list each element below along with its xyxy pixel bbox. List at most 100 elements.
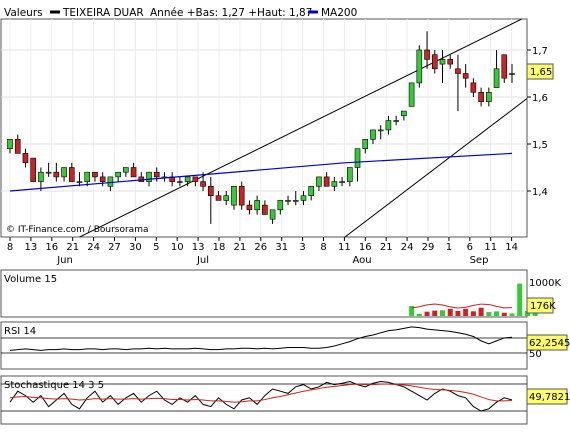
candle-body — [53, 171, 60, 178]
candle-body — [292, 200, 299, 202]
candle-body — [416, 49, 423, 84]
header-left-label: Valeurs — [4, 7, 43, 19]
candle-body — [455, 68, 461, 74]
volume-title: Volume 15 — [4, 274, 57, 285]
x-tick-label: 31 — [275, 242, 288, 253]
candle-body — [509, 73, 515, 75]
candle-body — [347, 167, 353, 182]
candle-body — [431, 54, 438, 70]
candle-body — [192, 176, 199, 182]
candle-body — [99, 176, 106, 182]
candle-body — [130, 167, 137, 178]
candle-body — [478, 92, 484, 103]
candle-body — [501, 54, 508, 79]
last-price-tag: 1,65 — [526, 63, 554, 80]
volume-bar — [432, 310, 438, 316]
candle-body — [61, 167, 67, 178]
candle-body — [370, 129, 376, 140]
volume-panel: Volume 15 1000K 176K — [0, 269, 561, 318]
candle-body — [401, 110, 407, 117]
volume-bar — [486, 312, 492, 316]
candle-body — [76, 181, 83, 183]
ma200-label: MA200 — [321, 7, 357, 19]
candle-body — [177, 181, 183, 183]
x-tick-label: 16 — [45, 242, 58, 253]
header-legend: Valeurs TEIXEIRA DUAR Année +Bas: 1,27 +… — [4, 7, 357, 19]
volume-bar — [478, 307, 484, 316]
price-tick-label: 1,4 — [532, 187, 548, 198]
volume-bar — [447, 308, 453, 316]
volume-bar — [494, 311, 500, 316]
x-tick-label: 18 — [213, 242, 226, 253]
candle-body — [439, 59, 446, 65]
candle-body — [285, 200, 291, 202]
stochastic-panel: Stochastique 14 3 5 49,7821 — [0, 375, 570, 425]
candle-body — [393, 120, 399, 122]
candle-body — [316, 176, 322, 187]
x-tick-label: 30 — [129, 242, 142, 253]
candle-body — [107, 176, 114, 187]
price-tick-label: 1,6 — [532, 93, 548, 104]
candle-body — [238, 186, 245, 206]
month-label: Sep — [470, 255, 489, 266]
stock-chart-svg: Valeurs TEIXEIRA DUAR Année +Bas: 1,27 +… — [0, 7, 570, 425]
month-label: Aou — [352, 255, 371, 266]
volume-bar — [439, 310, 445, 316]
x-tick-label: 24 — [401, 242, 414, 253]
x-tick-label: 14 — [505, 242, 518, 253]
volume-last-value: 176K — [530, 301, 556, 312]
volume-bar — [455, 310, 461, 316]
month-label: Jul — [196, 255, 209, 266]
rsi-title: RSI 14 — [4, 326, 36, 337]
x-tick-label: 11 — [338, 242, 351, 253]
x-tick-label: 21 — [234, 242, 247, 253]
volume-bar — [424, 311, 430, 316]
month-labels: Jun Jul Aou Sep — [56, 255, 488, 266]
x-tick-label: 11 — [484, 242, 497, 253]
candle-body — [223, 195, 230, 201]
candle-body — [262, 204, 268, 215]
candle-body — [215, 195, 222, 201]
candle-body — [339, 181, 345, 183]
volume-bar — [517, 283, 523, 316]
x-tick-label: 24 — [87, 242, 100, 253]
copyright-text: © IT-Finance.com / Boursorama — [6, 225, 148, 235]
candle-body — [7, 139, 13, 150]
x-tick-label: 10 — [171, 242, 184, 253]
candle-body — [308, 186, 315, 197]
rsi-frame — [0, 321, 528, 370]
x-tick-label: 21 — [66, 242, 79, 253]
candle-body — [184, 176, 191, 182]
rsi-last-value: 62,2545 — [529, 338, 570, 349]
candle-body — [92, 171, 98, 178]
volume-bar — [509, 313, 515, 316]
candle-body — [269, 209, 276, 220]
candle-body — [424, 49, 430, 60]
rsi-y-tick: 50 — [529, 349, 542, 360]
candle-body — [246, 204, 253, 211]
x-tick-label: 1 — [446, 242, 452, 253]
volume-bar — [470, 311, 476, 316]
candle-body — [115, 171, 121, 178]
price-plot-frame — [0, 18, 528, 238]
range-text: Année +Bas: 1,27 +Haut: 1,87 — [150, 7, 312, 19]
volume-y-tick: 1000K — [529, 278, 561, 289]
last-price-text: 1,65 — [530, 67, 552, 78]
date-x-axis: 8 13 16 21 24 27 30 5 10 13 18 21 26 31 3 8 11 16 21 24 29 1 6… — [7, 237, 518, 253]
stoch-title: Stochastique 14 3 5 — [4, 380, 104, 391]
candle-body — [277, 200, 284, 211]
volume-bar — [463, 308, 469, 316]
candle-body — [362, 139, 369, 150]
candle-body — [200, 181, 206, 187]
volume-bar — [416, 313, 422, 316]
x-tick-label: 26 — [254, 242, 267, 253]
x-tick-label: 16 — [359, 242, 372, 253]
x-tick-label: 13 — [25, 242, 38, 253]
candle-body — [208, 186, 214, 197]
candle-body — [300, 195, 307, 201]
candle-body — [377, 129, 384, 132]
x-tick-label: 21 — [380, 242, 393, 253]
rsi-panel: RSI 14 50 62,2545 — [0, 321, 570, 370]
candle-body — [354, 148, 361, 168]
x-tick-label: 3 — [299, 242, 305, 253]
